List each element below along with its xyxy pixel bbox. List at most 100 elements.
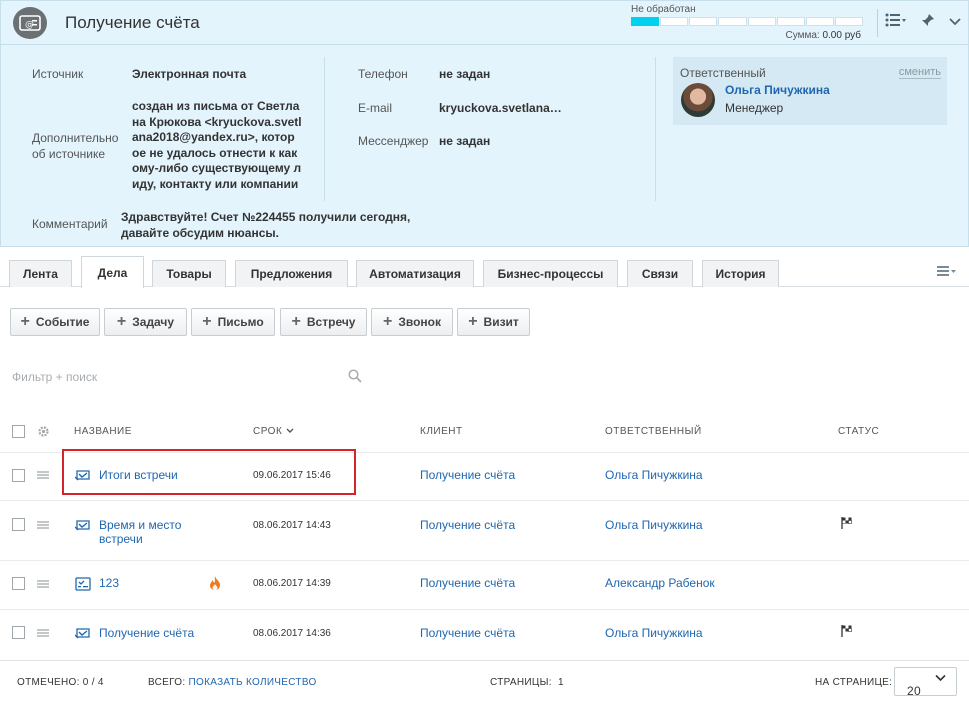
- status-step[interactable]: [689, 17, 718, 26]
- responsible-link[interactable]: Ольга Пичужкина: [605, 468, 703, 482]
- status-step[interactable]: [805, 17, 834, 26]
- phone-value: не задан: [439, 67, 491, 81]
- per-page-value: 20: [907, 684, 921, 698]
- header-divider: [877, 9, 878, 37]
- drag-handle-icon[interactable]: [37, 521, 49, 529]
- tab-feed[interactable]: Лента: [9, 260, 72, 287]
- activity-title-link[interactable]: Время и место встречи: [99, 518, 181, 546]
- add-call-button[interactable]: + Звонок: [371, 308, 453, 336]
- responsible-link[interactable]: Ольга Пичужкина: [605, 626, 703, 640]
- list-menu-icon[interactable]: [885, 13, 907, 33]
- row-checkbox[interactable]: [12, 626, 25, 639]
- comment-line: Здравствуйте! Счет №224455 получили сего…: [121, 210, 411, 224]
- comment-value: Здравствуйте! Счет №224455 получили сего…: [121, 209, 410, 241]
- column-client-header[interactable]: КЛИЕНТ: [420, 426, 463, 437]
- tab-quotes[interactable]: Предложения: [235, 260, 348, 287]
- source-label: Источник: [32, 67, 84, 81]
- row-divider: [0, 500, 969, 501]
- column-deadline-header[interactable]: СРОК: [253, 426, 294, 437]
- gear-icon[interactable]: [37, 425, 50, 438]
- column-name-header[interactable]: НАЗВАНИЕ: [74, 426, 132, 437]
- extra-source-line: на Крюкова <kryuckova.svetl: [132, 114, 302, 129]
- entity-header: @ Получение счёта Не обработан Сумма: 0.…: [0, 0, 969, 247]
- extra-source-line: ому-либо существующему л: [132, 161, 302, 175]
- column-responsible-header[interactable]: ОТВЕТСТВЕННЫЙ: [605, 426, 702, 437]
- search-icon[interactable]: [348, 369, 362, 383]
- show-count-link[interactable]: ПОКАЗАТЬ КОЛИЧЕСТВО: [189, 677, 317, 688]
- drag-handle-icon[interactable]: [37, 580, 49, 588]
- extra-source-value: создан из письма от Светла на Крюкова <k…: [132, 99, 302, 192]
- comment-line: давайте обсудим нюансы.: [121, 226, 279, 240]
- finish-flag-icon: [841, 517, 852, 529]
- per-page-label: НА СТРАНИЦЕ:: [815, 677, 893, 688]
- add-visit-button[interactable]: + Визит: [457, 308, 530, 336]
- per-page-select[interactable]: 20: [894, 667, 957, 698]
- tab-automation[interactable]: Автоматизация: [356, 260, 474, 287]
- status-progress[interactable]: [631, 17, 863, 26]
- activity-deadline: 08.06.2017 14:39: [253, 578, 331, 589]
- tab-business-processes[interactable]: Бизнес-процессы: [483, 260, 618, 287]
- client-link[interactable]: Получение счёта: [420, 518, 515, 532]
- tab-links[interactable]: Связи: [627, 260, 693, 287]
- search-input[interactable]: [12, 366, 364, 388]
- client-link[interactable]: Получение счёта: [420, 468, 515, 482]
- tab-history[interactable]: История: [702, 260, 779, 287]
- add-event-button[interactable]: + Событие: [10, 308, 100, 336]
- drag-handle-icon[interactable]: [37, 629, 49, 637]
- status-step[interactable]: [747, 17, 776, 26]
- add-meeting-button[interactable]: + Встречу: [280, 308, 367, 336]
- email-value[interactable]: kryuckova.svetlana…: [439, 100, 562, 116]
- row-checkbox[interactable]: [12, 518, 25, 531]
- column-deadline-label: СРОК: [253, 426, 283, 437]
- title-bar: @ Получение счёта Не обработан Сумма: 0.…: [1, 1, 968, 45]
- responsible-position: Менеджер: [725, 101, 784, 115]
- select-all-checkbox[interactable]: [12, 425, 25, 438]
- total-label: ВСЕГО:: [148, 677, 186, 688]
- sort-chevron-icon: [286, 428, 294, 433]
- pin-icon[interactable]: [917, 13, 939, 33]
- tab-activities[interactable]: Дела: [81, 256, 144, 288]
- pages-label: СТРАНИЦЫ:: [490, 677, 552, 688]
- status-step[interactable]: [776, 17, 805, 26]
- responsible-card: Ответственный сменить Ольга Пичужкина Ме…: [673, 57, 947, 125]
- add-task-button[interactable]: + Задачу: [104, 308, 187, 336]
- client-link[interactable]: Получение счёта: [420, 576, 515, 590]
- tabs-menu-icon[interactable]: [937, 264, 957, 280]
- activity-deadline: 08.06.2017 14:36: [253, 628, 331, 639]
- extra-source-line: ana2018@yandex.ru>, котор: [132, 130, 295, 144]
- responsible-link[interactable]: Ольга Пичужкина: [605, 518, 703, 532]
- avatar[interactable]: [681, 83, 715, 117]
- status-step[interactable]: [834, 17, 863, 26]
- activity-title-line: Время и место: [99, 518, 182, 532]
- chevron-down-icon[interactable]: [944, 13, 966, 33]
- client-link[interactable]: Получение счёта: [420, 626, 515, 640]
- row-checkbox[interactable]: [12, 469, 25, 482]
- activity-title-link[interactable]: 123: [99, 576, 119, 590]
- status-step[interactable]: [718, 17, 747, 26]
- activity-deadline: 08.06.2017 14:43: [253, 520, 331, 531]
- comment-label: Комментарий: [32, 217, 108, 231]
- tab-bar: Лента Дела Товары Предложения Автоматиза…: [0, 247, 969, 288]
- plus-icon: +: [383, 313, 393, 330]
- activity-title-link[interactable]: Получение счёта: [99, 626, 194, 640]
- add-email-button[interactable]: + Письмо: [191, 308, 275, 336]
- tab-products[interactable]: Товары: [152, 260, 226, 287]
- sum-value: 0.00 руб: [822, 30, 861, 41]
- total-count: ВСЕГО: ПОКАЗАТЬ КОЛИЧЕСТВО: [148, 677, 317, 688]
- drag-handle-icon[interactable]: [37, 471, 49, 479]
- row-checkbox[interactable]: [12, 577, 25, 590]
- column-status-header[interactable]: СТАТУС: [838, 426, 879, 437]
- responsible-link[interactable]: Александр Рабенок: [605, 576, 715, 590]
- status-step[interactable]: [631, 17, 660, 26]
- button-label: Событие: [35, 315, 90, 329]
- plus-icon: +: [20, 313, 30, 330]
- phone-label: Телефон: [358, 67, 408, 81]
- status-step[interactable]: [660, 17, 689, 26]
- selected-label: ОТМЕЧЕНО:: [17, 677, 80, 688]
- finish-flag-icon: [841, 625, 852, 637]
- row-divider: [0, 560, 969, 561]
- page-title: Получение счёта: [65, 13, 200, 32]
- responsible-name[interactable]: Ольга Пичужкина: [725, 83, 830, 97]
- change-responsible-link[interactable]: сменить: [898, 66, 941, 79]
- page-number[interactable]: 1: [558, 677, 564, 688]
